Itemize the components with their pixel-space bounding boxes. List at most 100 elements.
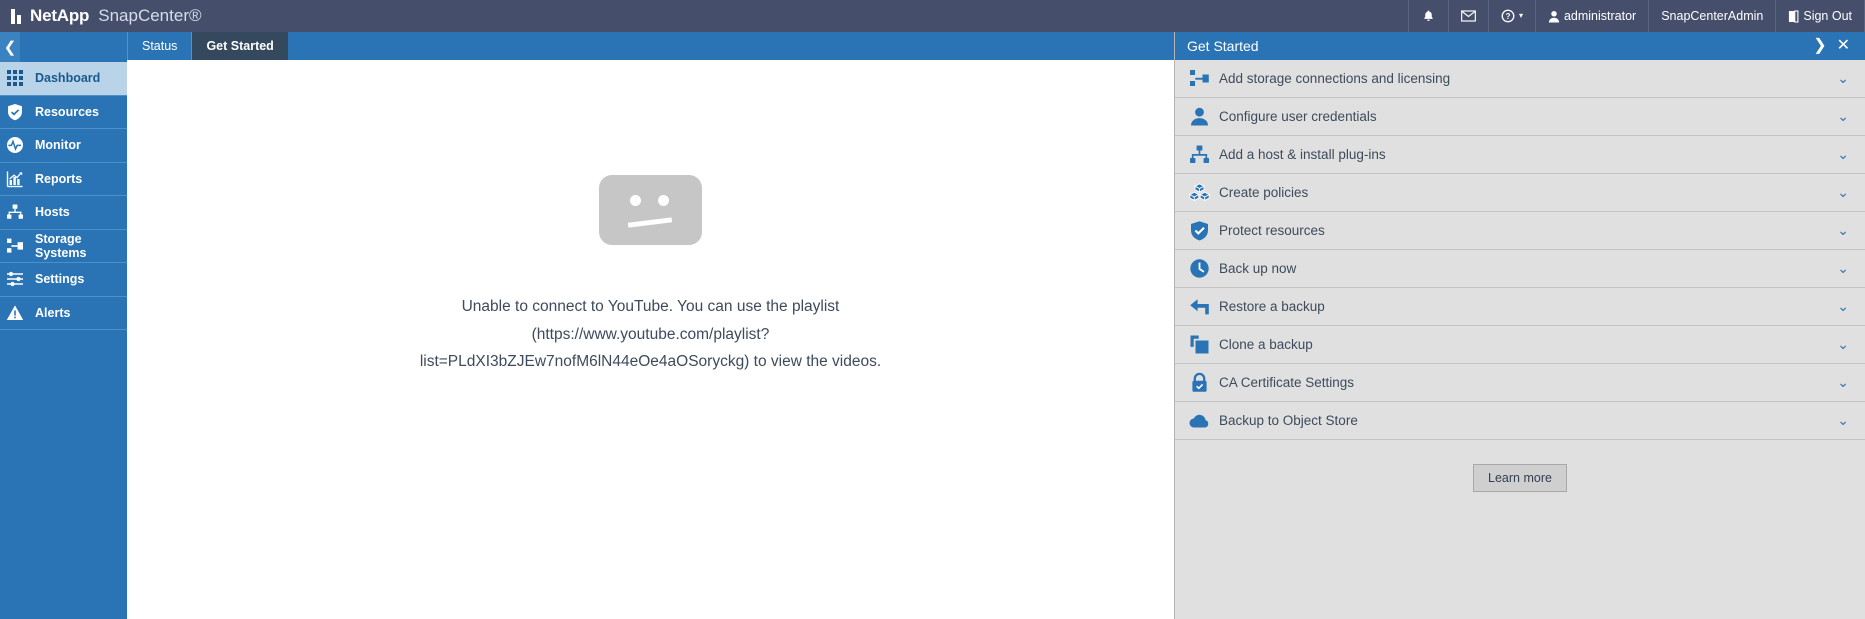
panel-item-backup-to-object-store[interactable]: Backup to Object Store ⌄ xyxy=(1175,402,1865,440)
panel-item-configure-user-credentials[interactable]: Configure user credentials ⌄ xyxy=(1175,98,1865,136)
chevron-down-icon[interactable]: ⌄ xyxy=(1837,186,1849,200)
lock-icon xyxy=(1189,372,1219,393)
tab-label: Status xyxy=(142,39,178,53)
panel-item-label: Create policies xyxy=(1219,185,1309,200)
sliders-icon xyxy=(6,270,26,288)
sidebar-item-label: Hosts xyxy=(35,205,70,220)
panel-footer: Learn more xyxy=(1175,440,1865,510)
user-role-label[interactable]: SnapCenterAdmin xyxy=(1648,0,1775,32)
chevron-right-icon[interactable]: ❯ xyxy=(1808,38,1831,54)
sidebar-item-alerts[interactable]: Alerts xyxy=(0,297,127,330)
help-icon: ? xyxy=(1501,9,1515,23)
sidebar-collapse-button[interactable]: ❮ xyxy=(0,32,20,62)
signout-icon xyxy=(1789,9,1799,23)
panel-item-label: Protect resources xyxy=(1219,223,1325,238)
panel-item-label: Add storage connections and licensing xyxy=(1219,71,1451,86)
chevron-down-icon[interactable]: ⌄ xyxy=(1837,110,1849,124)
messages-button[interactable] xyxy=(1447,0,1488,32)
panel-item-restore-a-backup[interactable]: Restore a backup ⌄ xyxy=(1175,288,1865,326)
panel-item-label: Back up now xyxy=(1219,261,1297,276)
chevron-down-icon[interactable]: ⌄ xyxy=(1837,262,1849,276)
tab-get-started[interactable]: Get Started xyxy=(191,32,288,60)
hosts-icon xyxy=(1189,144,1219,165)
top-header-bar: NetApp SnapCenter® ? ▾ administrator Sna… xyxy=(0,0,1865,32)
tab-status[interactable]: Status xyxy=(127,32,191,60)
panel-item-add-host-install-plugins[interactable]: Add a host & install plug-ins ⌄ xyxy=(1175,136,1865,174)
main-content-area: Unable to connect to YouTube. You can us… xyxy=(127,60,1174,619)
panel-item-label: Add a host & install plug-ins xyxy=(1219,147,1386,162)
sidebar-item-resources[interactable]: Resources xyxy=(0,96,127,129)
hosts-icon xyxy=(6,203,26,221)
sidebar-item-reports[interactable]: Reports xyxy=(0,163,127,196)
sidebar-item-monitor[interactable]: Monitor xyxy=(0,129,127,163)
undo-arrow-icon xyxy=(1189,296,1219,317)
clock-icon xyxy=(1189,258,1219,279)
netapp-logo-icon xyxy=(11,8,21,24)
learn-more-button[interactable]: Learn more xyxy=(1473,464,1567,492)
sign-out-button[interactable]: Sign Out xyxy=(1775,0,1865,32)
chevron-down-icon[interactable]: ⌄ xyxy=(1837,72,1849,86)
chevron-down-icon[interactable]: ⌄ xyxy=(1837,414,1849,428)
role-text: SnapCenterAdmin xyxy=(1661,9,1764,23)
chevron-down-icon[interactable]: ⌄ xyxy=(1837,376,1849,390)
panel-item-back-up-now[interactable]: Back up now ⌄ xyxy=(1175,250,1865,288)
panel-item-label: Backup to Object Store xyxy=(1219,413,1358,428)
sidebar-item-label: Settings xyxy=(35,272,85,287)
sad-face-icon xyxy=(599,175,702,245)
panel-item-label: Configure user credentials xyxy=(1219,109,1377,124)
header-spacer xyxy=(216,0,1408,32)
brand-logo: NetApp SnapCenter® xyxy=(0,0,216,32)
chart-icon xyxy=(6,170,26,188)
help-button[interactable]: ? ▾ xyxy=(1487,0,1535,32)
left-sidebar: ❮ Dashboard Resources Monitor Reports Ho… xyxy=(0,32,127,619)
brand-name: NetApp xyxy=(30,6,90,25)
panel-item-create-policies[interactable]: Create policies ⌄ xyxy=(1175,174,1865,212)
panel-item-label: Restore a backup xyxy=(1219,299,1325,314)
sidebar-item-dashboard[interactable]: Dashboard xyxy=(0,62,127,96)
sidebar-item-storage-systems[interactable]: Storage Systems xyxy=(0,230,127,263)
chevron-down-icon[interactable]: ⌄ xyxy=(1837,148,1849,162)
storage-icon xyxy=(6,237,26,255)
shield-check-icon xyxy=(1189,220,1219,241)
panel-header: Get Started ❯ ✕ xyxy=(1175,32,1865,60)
get-started-panel: Get Started ❯ ✕ Add storage connections … xyxy=(1174,32,1865,619)
sidebar-item-label: Alerts xyxy=(35,305,71,320)
empty-state-message: Unable to connect to YouTube. You can us… xyxy=(420,293,881,376)
message-line-2: (https://www.youtube.com/playlist? xyxy=(531,325,770,343)
chevron-down-icon[interactable]: ⌄ xyxy=(1837,224,1849,238)
user-name: administrator xyxy=(1563,9,1637,23)
sidebar-item-label: Reports xyxy=(35,171,83,186)
shield-icon xyxy=(6,103,26,121)
panel-item-ca-certificate-settings[interactable]: CA Certificate Settings ⌄ xyxy=(1175,364,1865,402)
cloud-icon xyxy=(1189,410,1219,431)
chevron-down-icon[interactable]: ⌄ xyxy=(1837,300,1849,314)
panel-item-add-storage-connections[interactable]: Add storage connections and licensing ⌄ xyxy=(1175,60,1865,98)
product-name: SnapCenter® xyxy=(98,6,202,25)
sad-face-eye-left xyxy=(630,195,641,206)
tab-label: Get Started xyxy=(206,39,274,53)
panel-item-clone-a-backup[interactable]: Clone a backup ⌄ xyxy=(1175,326,1865,364)
user-account-button[interactable]: administrator xyxy=(1534,0,1648,32)
pulse-icon xyxy=(6,136,26,154)
copy-icon xyxy=(1189,334,1219,355)
panel-item-list: Add storage connections and licensing ⌄ … xyxy=(1175,60,1865,440)
chevron-down-icon[interactable]: ⌄ xyxy=(1837,338,1849,352)
grid-icon xyxy=(6,69,26,87)
message-line-3: list=PLdXI3bZJEw7nofM6lN44eOe4aOSoryckg)… xyxy=(419,353,882,370)
close-icon[interactable]: ✕ xyxy=(1832,38,1855,54)
chevron-down-icon: ▾ xyxy=(1518,11,1523,20)
message-line-1: Unable to connect to YouTube. You can us… xyxy=(461,298,840,315)
envelope-icon xyxy=(1461,10,1476,22)
panel-item-protect-resources[interactable]: Protect resources ⌄ xyxy=(1175,212,1865,250)
chevron-left-icon: ❮ xyxy=(3,39,17,56)
panel-item-label: Clone a backup xyxy=(1219,337,1313,352)
sidebar-item-hosts[interactable]: Hosts xyxy=(0,196,127,230)
sidebar-item-settings[interactable]: Settings xyxy=(0,263,127,297)
sidebar-item-label: Monitor xyxy=(35,138,81,153)
notifications-button[interactable] xyxy=(1407,0,1448,32)
bell-icon xyxy=(1424,10,1433,21)
user-icon xyxy=(1548,10,1560,22)
sad-face-eye-right xyxy=(658,195,669,206)
user-icon xyxy=(1189,106,1219,127)
boxes-icon xyxy=(1189,182,1219,203)
